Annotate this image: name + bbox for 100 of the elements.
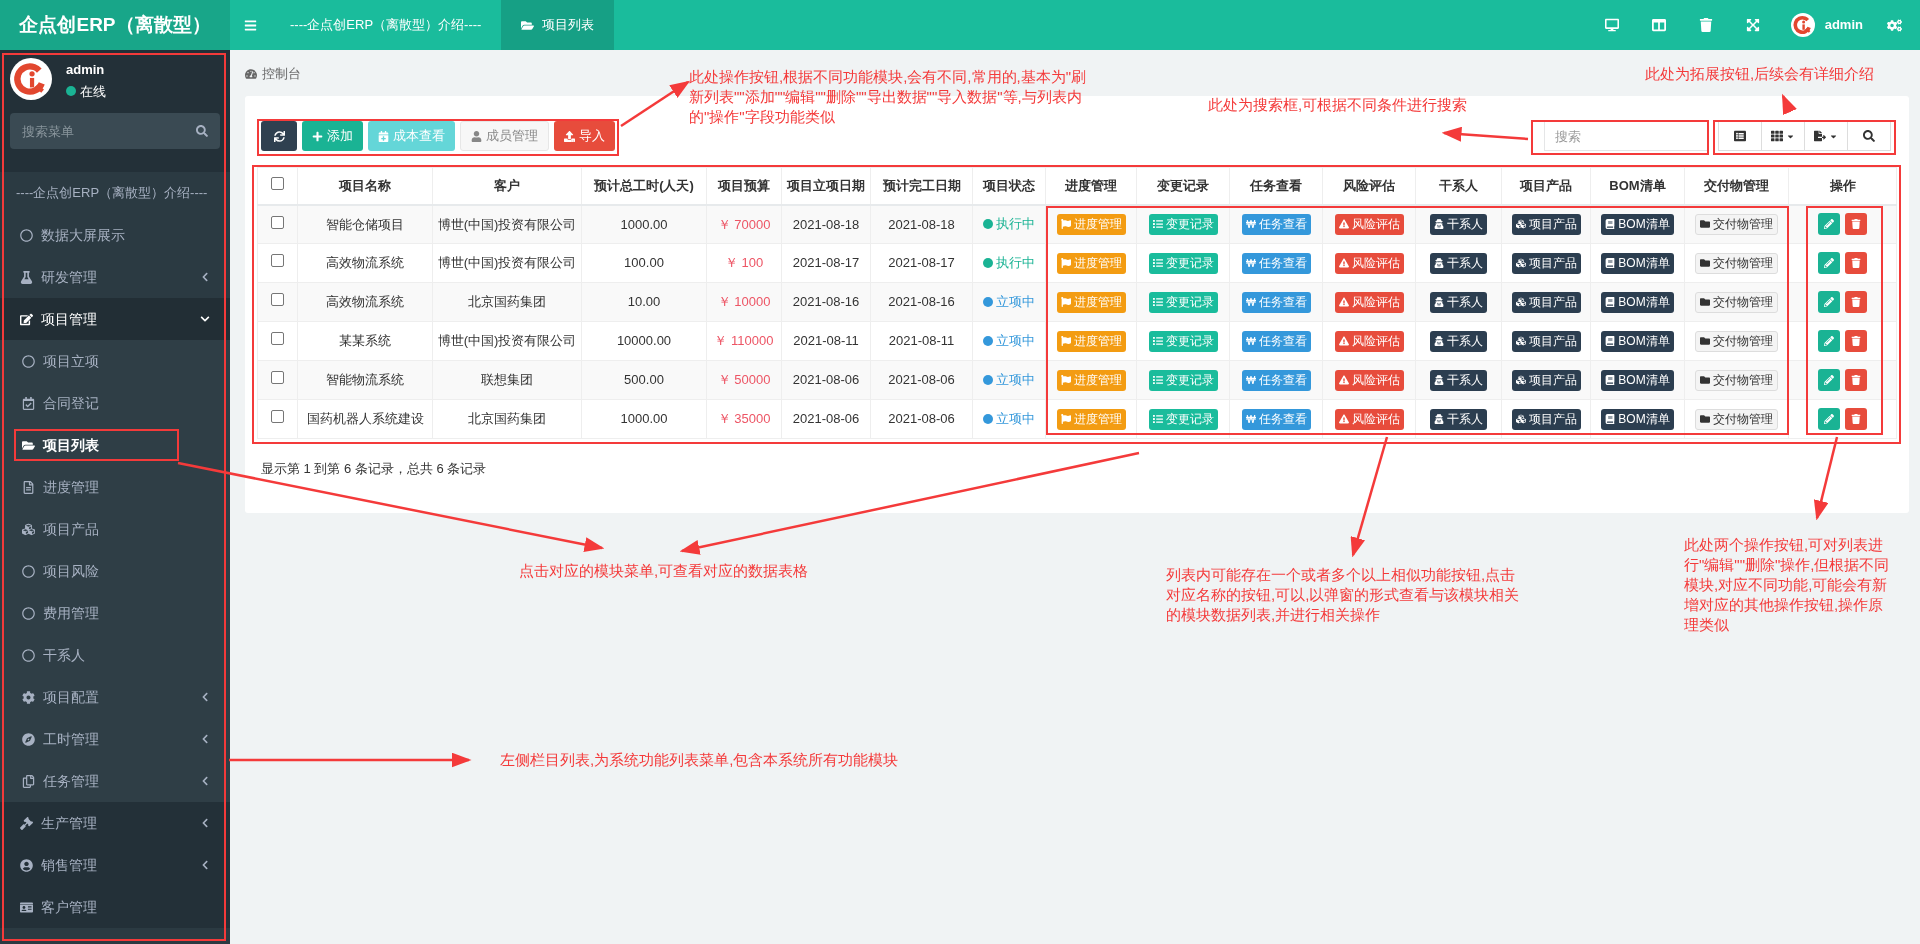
column-header[interactable]: 项目名称 — [339, 178, 391, 193]
row-action-button[interactable]: BOM清单 — [1601, 252, 1674, 274]
row-checkbox[interactable] — [271, 215, 284, 229]
folder-icon — [1700, 414, 1710, 424]
delete-button[interactable] — [1845, 330, 1867, 352]
page-tab[interactable]: 项目列表 — [501, 0, 615, 50]
sidebar-menu-item[interactable]: 工时管理 — [0, 718, 230, 760]
row-checkbox[interactable] — [271, 293, 284, 307]
row-action-button[interactable]: 干系人 — [1430, 252, 1487, 274]
row-action-button[interactable]: 交付物管理 — [1695, 252, 1778, 274]
row-action-button[interactable]: BOM清单 — [1601, 330, 1674, 352]
row-action-button[interactable]: 风险评估 — [1334, 291, 1404, 313]
annotation-note: 此处操作按钮,根据不同功能模块,会有不同,常用的,基本为"刷新列表""添加""编辑""删除""导出数据""导入数据"等,与列表内的"操作"字段功能类似 — [689, 67, 1087, 127]
sidebar-menu-item[interactable]: 项目立项 — [0, 340, 230, 382]
row-checkbox[interactable] — [271, 177, 284, 190]
table-tool-button[interactable] — [1847, 121, 1891, 151]
row-action-button[interactable]: 风险评估 — [1334, 408, 1404, 430]
row-action-button[interactable]: 交付物管理 — [1695, 369, 1778, 391]
sidebar-menu-item[interactable]: 费用管理 — [0, 592, 230, 634]
row-action-button[interactable]: 干系人 — [1430, 291, 1487, 313]
sidebar-menu-item[interactable]: 干系人 — [0, 634, 230, 676]
brand-logo[interactable]: 企点创ERP（离散型） — [0, 0, 230, 50]
sidebar-menu-item[interactable]: 合同登记 — [0, 382, 230, 424]
chevron-left-icon — [200, 692, 210, 702]
row-action-button[interactable]: 交付物管理 — [1695, 291, 1778, 313]
row-action-button[interactable]: 项目产品 — [1511, 252, 1581, 274]
table-cell: ￥ 35000 — [717, 411, 771, 427]
row-action-button[interactable]: 风险评估 — [1334, 213, 1404, 235]
sidebar-menu-item[interactable]: 项目产品 — [0, 508, 230, 550]
sidebar-menu-item[interactable]: 客户管理 — [0, 886, 230, 928]
table-cell: 2021-08-18 — [888, 216, 955, 232]
sidebar-menu-item[interactable]: 数据大屏展示 — [0, 214, 230, 256]
edit-button[interactable] — [1818, 330, 1840, 352]
sidebar-menu-item[interactable]: 项目列表 — [0, 424, 230, 466]
refresh-button[interactable] — [261, 121, 297, 151]
flask-icon — [20, 270, 33, 284]
row-action-button[interactable]: 项目产品 — [1511, 369, 1581, 391]
row-checkbox[interactable] — [271, 410, 284, 424]
column-header[interactable]: 干系人 — [1439, 178, 1478, 193]
monitor-icon — [1605, 18, 1620, 32]
row-action-button[interactable]: 风险评估 — [1334, 369, 1404, 391]
settings-button[interactable] — [1887, 17, 1902, 33]
sidebar-menu-item[interactable]: 项目管理 — [0, 298, 230, 340]
edit-button[interactable] — [1818, 291, 1840, 313]
sidebar-menu-item[interactable]: 生产管理 — [0, 802, 230, 844]
warning-icon — [1338, 219, 1349, 230]
row-checkbox[interactable] — [271, 371, 284, 385]
row-action-button[interactable]: 风险评估 — [1334, 330, 1404, 352]
edit-button[interactable] — [1818, 213, 1840, 236]
row-action-button[interactable]: 项目产品 — [1511, 330, 1581, 352]
column-header[interactable]: 操作 — [1829, 178, 1856, 193]
row-action-button[interactable]: 任务查看 — [1241, 213, 1311, 235]
sidebar-menu-item[interactable]: 销售管理 — [0, 844, 230, 886]
row-action-button[interactable]: 风险评估 — [1334, 252, 1404, 274]
row-action-button[interactable]: 任务查看 — [1241, 330, 1311, 352]
row-action-button[interactable]: 项目产品 — [1511, 291, 1581, 313]
sidebar-menu-item[interactable]: 项目配置 — [0, 676, 230, 718]
annotation-arrow — [620, 80, 691, 128]
row-checkbox[interactable] — [271, 254, 284, 268]
row-action-button[interactable]: BOM清单 — [1601, 213, 1674, 235]
row-action-button[interactable]: BOM清单 — [1601, 369, 1674, 391]
delete-button[interactable] — [1845, 369, 1867, 391]
trash-icon — [1699, 18, 1714, 32]
list-icon — [1152, 375, 1163, 385]
sidebar-menu-item[interactable]: ----企点创ERP（离散型）介绍---- — [0, 172, 230, 214]
row-action-button[interactable]: 干系人 — [1430, 330, 1487, 352]
annotation-note: 此处为搜索框,可根据不同条件进行搜索 — [1208, 95, 1468, 115]
row-action-button[interactable]: BOM清单 — [1601, 408, 1674, 430]
row-checkbox[interactable] — [271, 332, 284, 346]
row-action-button[interactable]: 任务查看 — [1241, 252, 1311, 274]
table-tool-button[interactable] — [1718, 121, 1762, 151]
row-action-button[interactable]: 项目产品 — [1511, 213, 1581, 235]
row-action-button[interactable]: 交付物管理 — [1695, 408, 1778, 430]
row-action-button[interactable]: 任务查看 — [1241, 291, 1311, 313]
cubes-icon — [1515, 336, 1526, 346]
row-action-button[interactable]: 项目产品 — [1511, 408, 1581, 430]
row-action-button[interactable]: BOM清单 — [1601, 291, 1674, 313]
delete-button[interactable] — [1845, 213, 1867, 236]
search-field[interactable]: 搜索 — [1544, 121, 1709, 151]
edit-button[interactable] — [1818, 369, 1840, 391]
sidebar-menu-item[interactable]: 进度管理 — [0, 466, 230, 508]
row-action-button[interactable]: 干系人 — [1430, 213, 1487, 235]
edit-button[interactable] — [1818, 408, 1840, 430]
row-action-button[interactable]: 干系人 — [1430, 408, 1487, 430]
row-action-button[interactable]: 任务查看 — [1241, 369, 1311, 391]
sidebar-menu-item[interactable]: 项目风险 — [0, 550, 230, 592]
edit-button[interactable] — [1818, 252, 1840, 274]
sidebar-menu-item[interactable]: 任务管理 — [0, 760, 230, 802]
toolbar-button[interactable]: 导入 — [554, 121, 615, 151]
row-action-button[interactable]: 交付物管理 — [1695, 213, 1778, 235]
row-action-button[interactable]: 任务查看 — [1241, 408, 1311, 430]
row-action-button[interactable]: 交付物管理 — [1695, 330, 1778, 352]
sidebar-menu-item[interactable]: 研发管理 — [0, 256, 230, 298]
column-header[interactable]: 客户 — [494, 178, 520, 193]
breadcrumb[interactable]: 控制台 — [262, 64, 301, 84]
delete-button[interactable] — [1845, 408, 1867, 430]
delete-button[interactable] — [1845, 291, 1867, 313]
row-action-button[interactable]: 干系人 — [1430, 369, 1487, 391]
menu-search-field[interactable]: 搜索菜单 — [10, 113, 220, 149]
delete-button[interactable] — [1845, 252, 1867, 274]
